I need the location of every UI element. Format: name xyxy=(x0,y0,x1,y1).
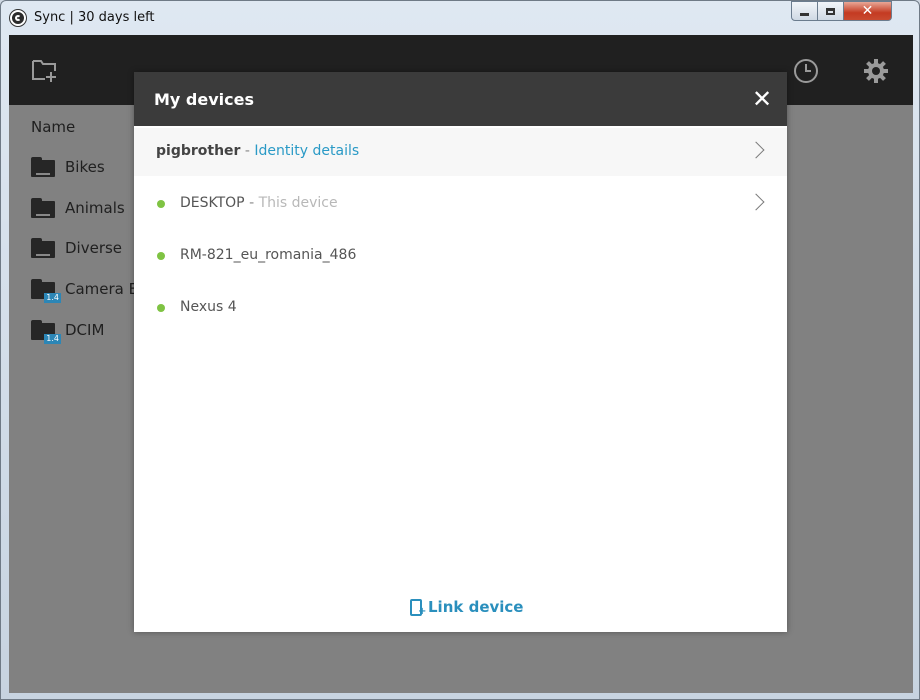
app-window: Sync | 30 days left ✕ Name Bikes Animals… xyxy=(0,0,920,700)
dialog-header: My devices ✕ xyxy=(134,72,787,126)
link-device-label: Link device xyxy=(428,598,524,616)
version-badge: 1.4 xyxy=(44,334,61,344)
separator: - xyxy=(240,143,255,159)
folder-icon xyxy=(31,157,57,177)
add-phone-icon xyxy=(410,598,426,617)
separator: - xyxy=(244,195,259,211)
my-devices-dialog: My devices ✕ pigbrother - Identity detai… xyxy=(134,72,787,632)
minimize-icon xyxy=(800,12,809,16)
device-text: DESKTOP - This device xyxy=(180,195,338,211)
folder-label: Animals xyxy=(65,199,125,217)
clock-icon[interactable] xyxy=(793,58,819,84)
gear-icon[interactable] xyxy=(862,57,890,85)
chevron-right-icon xyxy=(748,190,768,214)
title-bar[interactable]: Sync | 30 days left ✕ xyxy=(1,1,919,35)
account-row[interactable]: pigbrother - Identity details xyxy=(134,128,787,176)
device-note: This device xyxy=(258,195,338,211)
version-badge: 1.4 xyxy=(44,293,61,303)
device-name: DESKTOP xyxy=(180,195,245,211)
account-text: pigbrother - Identity details xyxy=(156,143,359,159)
folder-icon xyxy=(31,198,57,218)
minimize-button[interactable] xyxy=(791,1,818,21)
online-status-dot xyxy=(157,304,165,312)
device-name: RM-821_eu_romania_486 xyxy=(180,247,357,263)
shared-folder-icon: 1.4 xyxy=(31,279,61,303)
device-name: Nexus 4 xyxy=(180,299,237,315)
add-folder-icon[interactable] xyxy=(31,57,59,83)
identity-details-link[interactable]: Identity details xyxy=(254,143,359,159)
folder-row[interactable]: Animals xyxy=(31,196,125,220)
maximize-icon xyxy=(826,7,835,15)
folder-label: Camera B xyxy=(65,280,139,298)
device-row[interactable]: RM-821_eu_romania_486 xyxy=(134,232,787,280)
folder-row[interactable]: 1.4 Camera B xyxy=(31,277,139,303)
folder-row[interactable]: 1.4 DCIM xyxy=(31,318,105,344)
window-controls: ✕ xyxy=(791,1,892,23)
column-header-name[interactable]: Name xyxy=(31,118,75,136)
folder-icon xyxy=(31,238,57,258)
folder-label: DCIM xyxy=(65,321,105,339)
window-close-button[interactable]: ✕ xyxy=(844,1,892,21)
folder-label: Diverse xyxy=(65,239,123,257)
close-icon[interactable]: ✕ xyxy=(751,87,773,111)
folder-row[interactable]: Diverse xyxy=(31,236,122,260)
folder-label: Bikes xyxy=(65,158,105,176)
device-row[interactable]: DESKTOP - This device xyxy=(134,180,787,228)
shared-folder-icon: 1.4 xyxy=(31,320,61,344)
maximize-button[interactable] xyxy=(818,1,844,21)
folder-row[interactable]: Bikes xyxy=(31,155,105,179)
sync-app-icon xyxy=(9,9,27,27)
link-device-button[interactable]: Link device xyxy=(410,598,524,617)
dialog-title: My devices xyxy=(154,90,254,109)
online-status-dot xyxy=(157,252,165,260)
window-title: Sync | 30 days left xyxy=(34,10,155,25)
device-row[interactable]: Nexus 4 xyxy=(134,284,787,332)
online-status-dot xyxy=(157,200,165,208)
account-name: pigbrother xyxy=(156,143,241,159)
chevron-right-icon xyxy=(748,138,768,162)
